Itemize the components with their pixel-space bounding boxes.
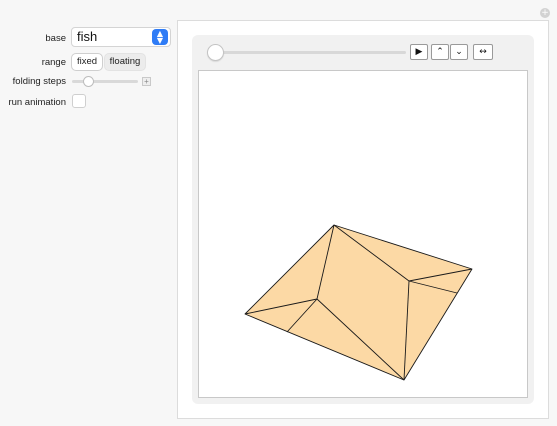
origami-outline (244, 224, 473, 381)
faster-button[interactable]: ⌃ (431, 44, 449, 60)
origami-shape (244, 224, 473, 381)
origami-graphic (198, 70, 528, 398)
range-fixed-button[interactable]: fixed (71, 53, 103, 71)
base-label: base (45, 33, 66, 44)
folding-steps-label: folding steps (12, 76, 66, 87)
range-label: range (41, 57, 66, 68)
expand-plus-icon[interactable]: + (142, 77, 151, 86)
folding-steps-slider-track[interactable] (72, 80, 138, 83)
origami-svg (244, 224, 473, 381)
base-select[interactable]: fish ▲ ▼ (71, 27, 171, 47)
double-chevron-down-icon: ⌄ (455, 47, 463, 57)
run-animation-checkbox[interactable] (72, 94, 86, 108)
close-icon[interactable]: + (540, 8, 550, 18)
play-icon: ▶ (415, 47, 423, 57)
base-select-value: fish (77, 29, 98, 44)
double-chevron-up-icon: ⌃ (436, 47, 444, 57)
chevron-updown-icon: ▲ ▼ (152, 29, 168, 45)
range-floating-button[interactable]: floating (104, 53, 146, 71)
slower-button[interactable]: ⌄ (450, 44, 468, 60)
double-arrow-icon: ↔ (479, 47, 487, 57)
animation-slider-track[interactable] (208, 51, 406, 54)
animation-slider-thumb[interactable] (207, 44, 224, 61)
play-button[interactable]: ▶ (410, 44, 428, 60)
direction-button[interactable]: ↔ (473, 44, 493, 60)
folding-steps-slider-thumb[interactable] (83, 76, 94, 87)
run-animation-label: run animation (8, 97, 66, 108)
